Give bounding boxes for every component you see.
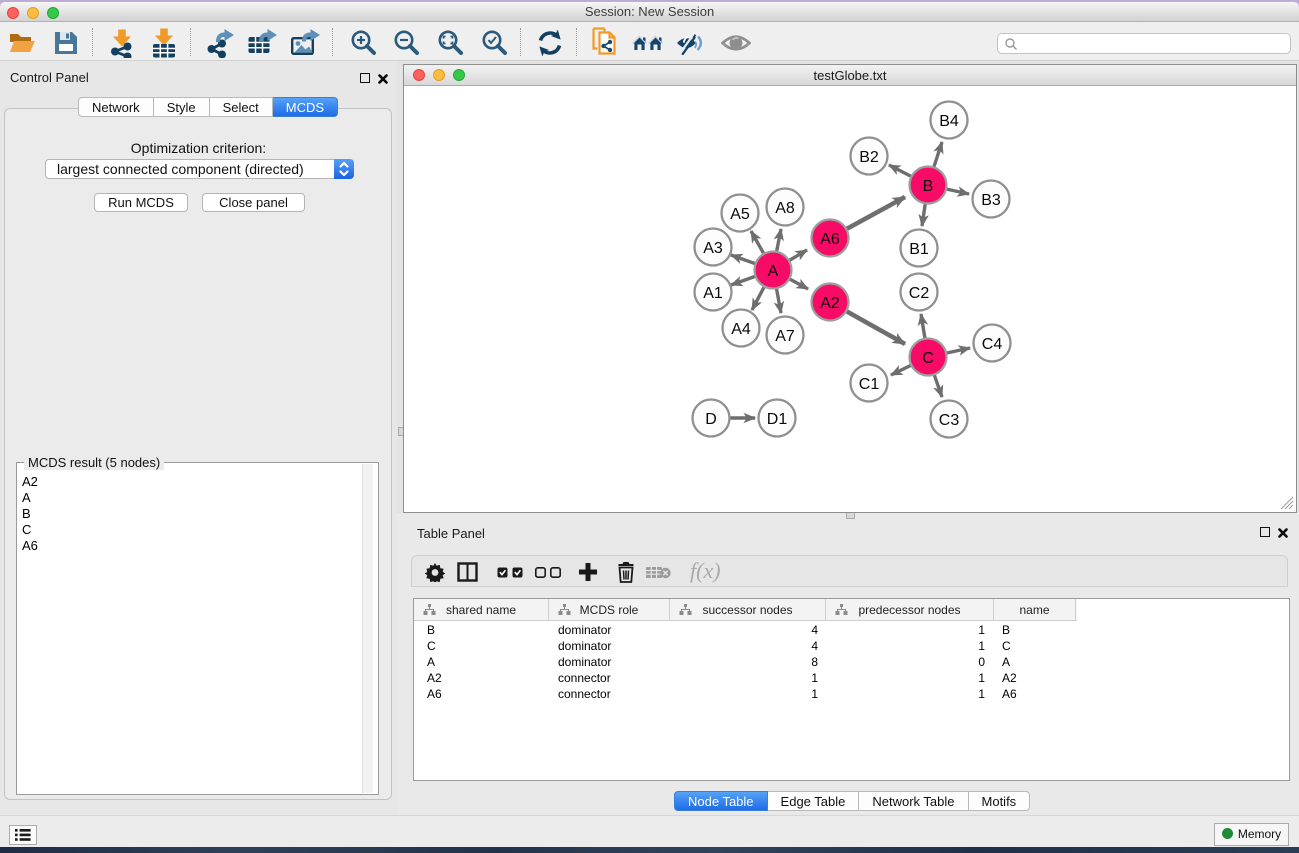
svg-text:B: B (923, 178, 934, 195)
svg-text:A3: A3 (703, 240, 723, 257)
svg-text:C1: C1 (859, 376, 880, 393)
svg-text:B1: B1 (909, 241, 929, 258)
svg-text:A4: A4 (731, 321, 751, 338)
svg-text:A2: A2 (820, 295, 840, 312)
svg-text:B2: B2 (859, 149, 879, 166)
svg-text:A8: A8 (775, 200, 795, 217)
svg-text:B3: B3 (981, 192, 1001, 209)
svg-text:A1: A1 (703, 285, 723, 302)
svg-text:D: D (705, 411, 717, 428)
svg-text:A: A (768, 263, 779, 280)
svg-text:C: C (922, 350, 934, 367)
svg-text:D1: D1 (767, 411, 788, 428)
svg-text:A5: A5 (730, 206, 750, 223)
svg-text:C4: C4 (982, 336, 1003, 353)
svg-text:B4: B4 (939, 113, 959, 130)
svg-text:A7: A7 (775, 328, 795, 345)
svg-text:A6: A6 (820, 231, 840, 248)
svg-text:C3: C3 (939, 412, 960, 429)
svg-text:C2: C2 (909, 285, 930, 302)
